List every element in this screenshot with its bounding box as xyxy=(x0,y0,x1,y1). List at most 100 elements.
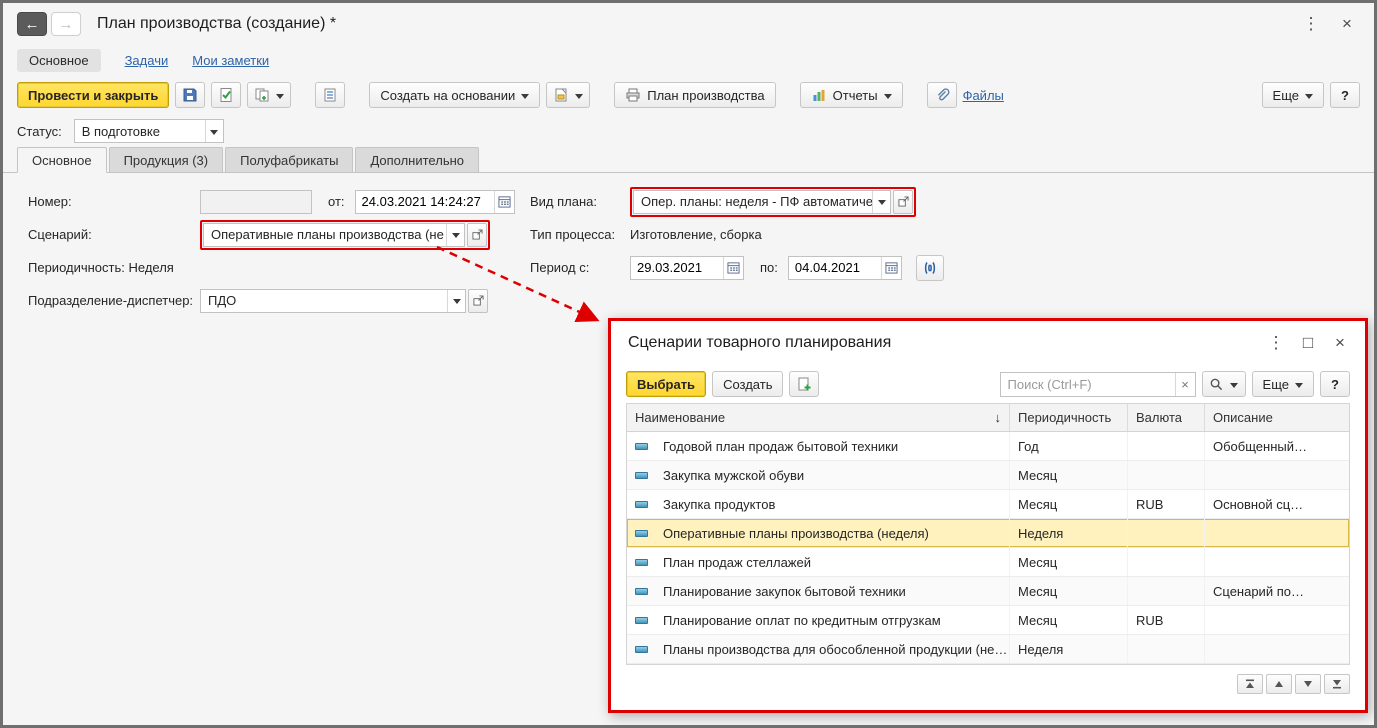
dialog-menu-icon[interactable]: ⋮ xyxy=(1263,330,1289,356)
files-link[interactable]: Файлы xyxy=(963,88,1004,103)
table-row[interactable]: Годовой план продаж бытовой техники Год … xyxy=(627,432,1349,461)
list-navigation xyxy=(611,665,1365,694)
document-actions-dropdown-button[interactable] xyxy=(546,82,591,108)
go-last-button[interactable] xyxy=(1324,674,1350,694)
create-based-on-button[interactable]: Создать на основании xyxy=(369,82,541,108)
chevron-down-icon[interactable] xyxy=(204,120,223,142)
dialog-help-button[interactable]: ? xyxy=(1320,371,1350,397)
help-button[interactable]: ? xyxy=(1330,82,1360,108)
cell-currency: RUB xyxy=(1128,606,1205,634)
chevron-down-icon[interactable] xyxy=(446,223,464,246)
cell-description xyxy=(1205,635,1349,663)
table-row[interactable]: Планирование закупок бытовой техники Мес… xyxy=(627,577,1349,606)
nav-notes[interactable]: Мои заметки xyxy=(192,53,269,68)
dispatcher-combobox[interactable]: ПДО xyxy=(200,288,466,313)
table-row[interactable]: Планирование оплат по кредитным отгрузка… xyxy=(627,606,1349,635)
cell-periodicity: Месяц xyxy=(1010,606,1128,634)
cell-description xyxy=(1205,548,1349,576)
dialog-toolbar: Выбрать Создать × Еще ? xyxy=(611,365,1365,403)
period-to-input[interactable] xyxy=(788,260,881,275)
form-row-dispatcher: Подразделение-диспетчер: ПДО xyxy=(3,284,1374,317)
back-button[interactable]: ← xyxy=(17,12,47,36)
column-header-periodicity[interactable]: Периодичность xyxy=(1010,404,1128,431)
calendar-icon[interactable] xyxy=(880,256,901,279)
chevron-down-icon xyxy=(575,93,584,103)
column-header-currency[interactable]: Валюта xyxy=(1128,404,1205,431)
periodicity-text: Периодичность: Неделя xyxy=(28,260,174,275)
create-new-item-button[interactable] xyxy=(789,371,820,397)
cell-periodicity: Неделя xyxy=(1010,519,1128,547)
table-row[interactable]: Планы производства для обособленной прод… xyxy=(627,635,1349,664)
select-button[interactable]: Выбрать xyxy=(626,371,707,397)
cell-currency xyxy=(1128,548,1205,576)
main-toolbar: Провести и закрыть Создать на основании xyxy=(3,75,1374,115)
dispatcher-value: ПДО xyxy=(208,293,237,308)
forward-button[interactable]: → xyxy=(51,12,81,36)
catalog-item-icon xyxy=(627,461,655,489)
tab-main[interactable]: Основное xyxy=(17,147,107,173)
table-row[interactable]: План продаж стеллажей Месяц xyxy=(627,548,1349,577)
cell-name: Закупка продуктов xyxy=(655,490,1010,518)
search-options-button[interactable] xyxy=(1201,371,1246,397)
dialog-more-button[interactable]: Еще xyxy=(1251,371,1314,397)
save-button[interactable] xyxy=(175,82,206,108)
nav-main[interactable]: Основное xyxy=(17,48,101,72)
tab-semiproducts[interactable]: Полуфабрикаты xyxy=(225,147,354,172)
period-from-input[interactable] xyxy=(631,260,723,275)
status-label: Статус: xyxy=(17,123,62,139)
cell-currency xyxy=(1128,635,1205,663)
chevron-down-icon xyxy=(276,93,285,103)
table-row[interactable]: Закупка мужской обуви Месяц xyxy=(627,461,1349,490)
post-button[interactable] xyxy=(211,82,242,108)
chevron-down-icon[interactable] xyxy=(872,190,890,213)
search-input[interactable] xyxy=(1000,376,1175,392)
plan-kind-value: Опер. планы: неделя - ПФ автоматиче xyxy=(641,194,872,209)
column-header-description[interactable]: Описание xyxy=(1205,404,1349,431)
journal-button[interactable] xyxy=(315,82,346,108)
go-down-button[interactable] xyxy=(1295,674,1321,694)
period-from-label: Период с: xyxy=(530,260,590,275)
attachments-button[interactable] xyxy=(926,82,957,108)
production-plan-print-button[interactable]: План производства xyxy=(614,82,776,108)
calendar-icon[interactable] xyxy=(723,256,743,279)
copy-dropdown-button[interactable] xyxy=(247,82,292,108)
table-row[interactable]: Закупка продуктов Месяц RUB Основной сц… xyxy=(627,490,1349,519)
period-from-field xyxy=(630,255,744,280)
table-header: Наименование ↓ Периодичность Валюта Опис… xyxy=(627,404,1349,432)
cell-name: Годовой план продаж бытовой техники xyxy=(655,432,1010,460)
tab-additional[interactable]: Дополнительно xyxy=(355,147,480,172)
save-icon xyxy=(182,87,198,103)
more-button[interactable]: Еще xyxy=(1261,82,1324,108)
chevron-down-icon[interactable] xyxy=(447,289,465,312)
search-clear-icon[interactable]: × xyxy=(1174,372,1195,396)
cell-name: Планирование закупок бытовой техники xyxy=(655,577,1010,605)
post-and-close-button[interactable]: Провести и закрыть xyxy=(17,82,170,108)
go-up-button[interactable] xyxy=(1266,674,1292,694)
status-combobox[interactable]: В подготовке xyxy=(73,119,224,143)
table-row-selected[interactable]: Оперативные планы производства (неделя) … xyxy=(627,519,1349,548)
calendar-icon[interactable] xyxy=(493,190,514,213)
dialog-maximize-icon[interactable]: □ xyxy=(1295,330,1321,356)
column-header-name[interactable]: Наименование ↓ xyxy=(627,404,1010,431)
create-button[interactable]: Создать xyxy=(712,371,784,397)
tab-products[interactable]: Продукция (3) xyxy=(108,147,224,172)
dialog-close-icon[interactable]: × xyxy=(1327,330,1353,356)
form-row-scenario: Сценарий: Оперативные планы производства… xyxy=(3,218,1374,251)
window-close-icon[interactable]: × xyxy=(1334,11,1360,37)
plan-kind-combobox[interactable]: Опер. планы: неделя - ПФ автоматиче xyxy=(633,189,891,214)
cell-description xyxy=(1205,606,1349,634)
number-input[interactable] xyxy=(200,189,312,214)
plan-kind-open-button[interactable] xyxy=(893,189,913,214)
datetime-input[interactable] xyxy=(355,194,494,209)
go-first-button[interactable] xyxy=(1237,674,1263,694)
nav-tasks[interactable]: Задачи xyxy=(125,53,169,68)
window-menu-icon[interactable]: ⋮ xyxy=(1298,11,1324,37)
scenario-combobox[interactable]: Оперативные планы производства (не xyxy=(203,222,465,247)
period-picker-button[interactable] xyxy=(915,254,944,281)
scenario-open-button[interactable] xyxy=(467,222,487,247)
plan-kind-highlight: Опер. планы: неделя - ПФ автоматиче xyxy=(630,186,916,217)
dispatcher-open-button[interactable] xyxy=(468,288,488,313)
reports-button[interactable]: Отчеты xyxy=(799,82,903,108)
dialog-titlebar: Сценарии товарного планирования ⋮ □ × xyxy=(611,321,1365,365)
chevron-down-icon xyxy=(1230,382,1239,392)
